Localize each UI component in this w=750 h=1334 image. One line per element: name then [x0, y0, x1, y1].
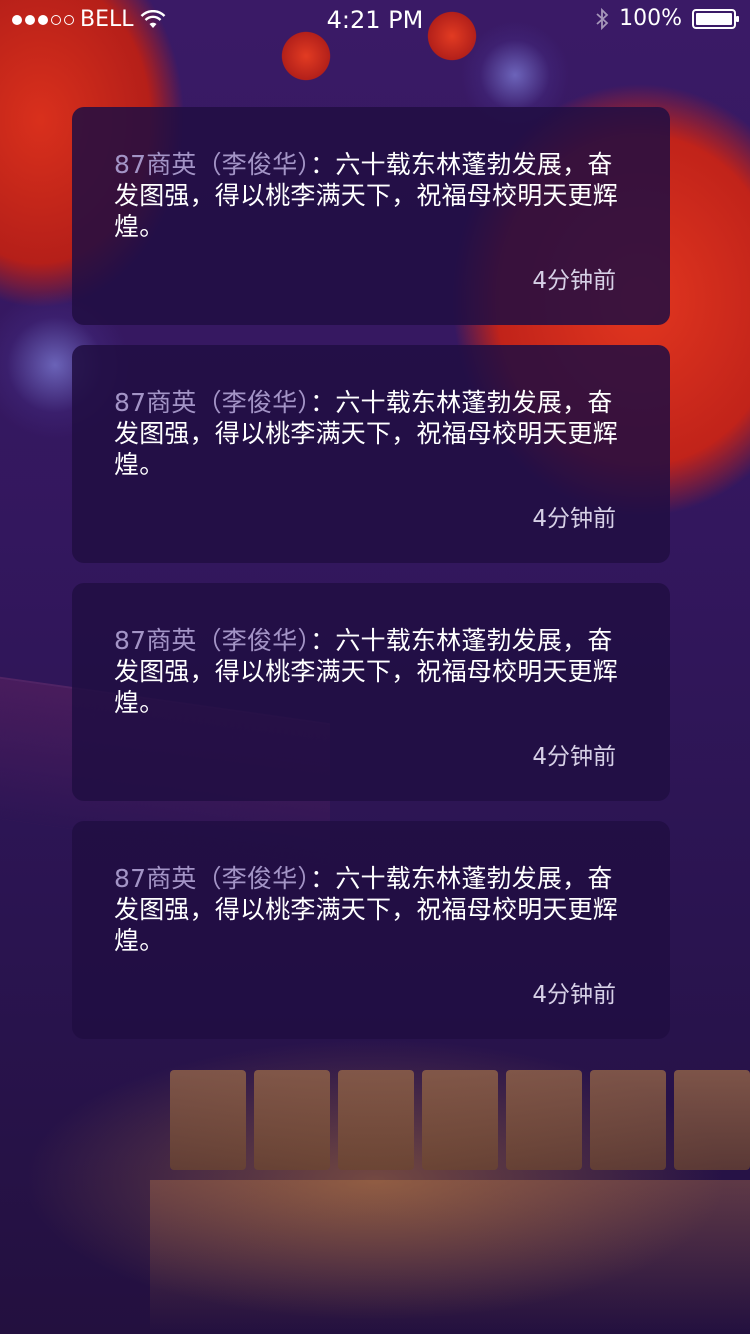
message-card[interactable]: 87商英（李俊华）：六十载东林蓬勃发展，奋发图强，得以桃李满天下，祝福母校明天更…: [72, 345, 670, 563]
message-timestamp: 4分钟前: [532, 744, 616, 770]
message-card[interactable]: 87商英（李俊华）：六十载东林蓬勃发展，奋发图强，得以桃李满天下，祝福母校明天更…: [72, 583, 670, 801]
message-card[interactable]: 87商英（李俊华）：六十载东林蓬勃发展，奋发图强，得以桃李满天下，祝福母校明天更…: [72, 107, 670, 325]
battery-icon: [692, 8, 739, 29]
message-author: 87商英（李俊华）: [114, 388, 311, 417]
battery-percentage: 100%: [619, 6, 682, 31]
bluetooth-icon: [596, 7, 609, 30]
message-author: 87商英（李俊华）: [114, 864, 311, 893]
campus-wall-decoration: [170, 1070, 750, 1170]
message-timestamp: 4分钟前: [532, 268, 616, 294]
message-timestamp: 4分钟前: [532, 506, 616, 532]
message-body: 87商英（李俊华）：六十载东林蓬勃发展，奋发图强，得以桃李满天下，祝福母校明天更…: [114, 863, 630, 956]
message-feed[interactable]: 87商英（李俊华）：六十载东林蓬勃发展，奋发图强，得以桃李满天下，祝福母校明天更…: [72, 107, 670, 1059]
message-card[interactable]: 87商英（李俊华）：六十载东林蓬勃发展，奋发图强，得以桃李满天下，祝福母校明天更…: [72, 821, 670, 1039]
message-body: 87商英（李俊华）：六十载东林蓬勃发展，奋发图强，得以桃李满天下，祝福母校明天更…: [114, 625, 630, 718]
message-author: 87商英（李俊华）: [114, 626, 311, 655]
status-right: 100%: [595, 6, 739, 31]
message-author: 87商英（李俊华）: [114, 150, 311, 179]
message-body: 87商英（李俊华）：六十载东林蓬勃发展，奋发图强，得以桃李满天下，祝福母校明天更…: [114, 387, 630, 480]
message-body: 87商英（李俊华）：六十载东林蓬勃发展，奋发图强，得以桃李满天下，祝福母校明天更…: [114, 149, 630, 242]
status-bar: BELL 4:21 PM 100%: [0, 0, 750, 40]
water-reflection: [150, 1180, 750, 1334]
message-timestamp: 4分钟前: [532, 982, 616, 1008]
